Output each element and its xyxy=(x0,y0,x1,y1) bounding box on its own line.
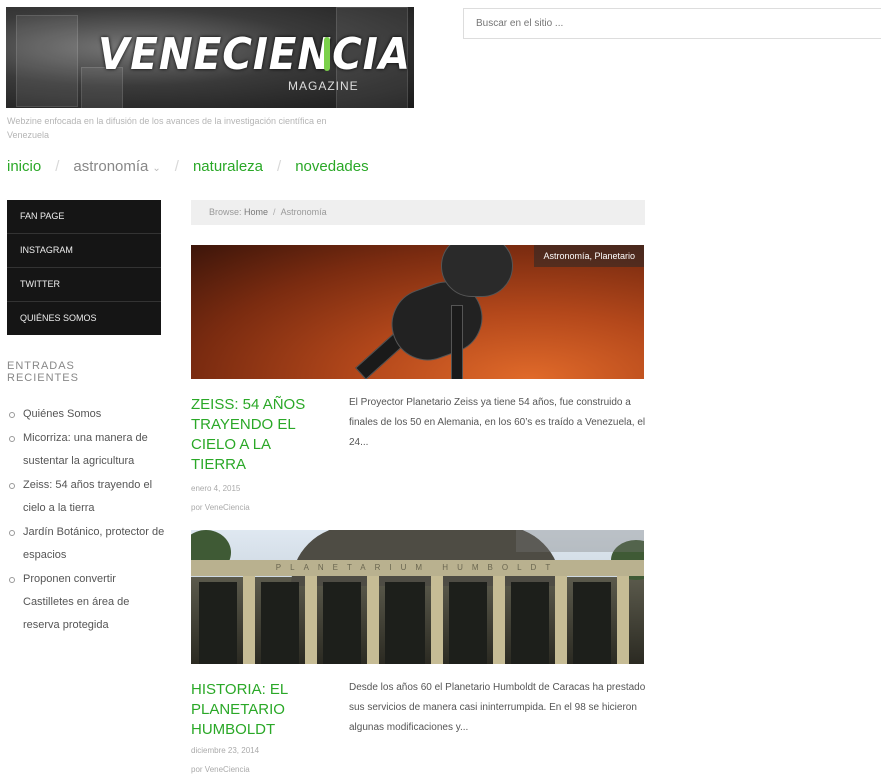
nav-item-novedades[interactable]: novedades xyxy=(295,158,368,175)
window xyxy=(323,582,361,664)
list-item: Proponen convertir Castilletes en área d… xyxy=(7,568,167,637)
post-excerpt: Desde los años 60 el Planetario Humboldt… xyxy=(349,682,646,733)
post-title-link[interactable]: HISTORIA: EL PLANETARIO HUMBOLDT xyxy=(191,680,323,740)
recent-posts-heading: ENTRADAS RECIENTES xyxy=(7,360,79,384)
category-badge[interactable]: Astronomía, Planetario xyxy=(534,245,644,267)
site-tagline: Webzine enfocada en la difusión de los a… xyxy=(7,116,327,140)
recent-posts-list: Quiénes Somos Micorriza: una manera de s… xyxy=(7,403,167,638)
list-item: Micorriza: una manera de sustentar la ag… xyxy=(7,427,167,473)
category-badge[interactable] xyxy=(516,530,644,552)
nav-item-naturaleza[interactable]: naturaleza xyxy=(193,158,263,175)
post-thumbnail-zeiss[interactable]: Astronomía, Planetario xyxy=(191,245,644,379)
window xyxy=(511,582,549,664)
window xyxy=(449,582,487,664)
column xyxy=(493,576,505,664)
recent-post-link[interactable]: Proponen convertir Castilletes en área d… xyxy=(23,573,129,631)
window xyxy=(573,582,611,664)
breadcrumb: Browse: Home / Astronomía xyxy=(191,200,645,225)
post-title-link[interactable]: ZEISS: 54 AÑOS TRAYENDO EL CIELO A LA TI… xyxy=(191,395,323,475)
breadcrumb-prefix: Browse: xyxy=(209,207,242,217)
recent-post-link[interactable]: Quiénes Somos xyxy=(23,408,101,420)
window xyxy=(261,582,299,664)
projector-sphere xyxy=(441,245,513,297)
logo-title: VENECIENCIA xyxy=(98,29,412,80)
nav-item-astronomia[interactable]: astronomía ⌄ xyxy=(73,158,160,175)
social-link-fan-page[interactable]: FAN PAGE xyxy=(7,200,161,234)
post-excerpt: El Proyector Planetario Zeiss ya tiene 5… xyxy=(349,397,646,448)
window xyxy=(385,582,425,664)
nav-item-inicio[interactable]: inicio xyxy=(7,158,41,175)
logo-subtitle: MAGAZINE xyxy=(288,79,359,93)
breadcrumb-current: Astronomía xyxy=(280,207,327,217)
list-item: Jardín Botánico, protector de espacios xyxy=(7,521,167,567)
recent-post-link[interactable]: Micorriza: una manera de sustentar la ag… xyxy=(23,432,148,467)
chevron-down-icon: ⌄ xyxy=(152,163,161,174)
column xyxy=(555,576,567,664)
social-menu: FAN PAGE INSTAGRAM TWITTER QUIÉNES SOMOS xyxy=(7,200,161,335)
search-input[interactable] xyxy=(463,8,881,39)
nav-item-label: astronomía xyxy=(73,158,149,175)
column xyxy=(617,576,629,664)
projector-leg xyxy=(451,305,463,379)
window xyxy=(199,582,237,664)
logo-green-mark xyxy=(324,37,330,71)
social-link-twitter[interactable]: TWITTER xyxy=(7,268,161,302)
recent-post-link[interactable]: Zeiss: 54 años trayendo el cielo a la ti… xyxy=(23,479,152,514)
recent-post-link[interactable]: Jardín Botánico, protector de espacios xyxy=(23,526,164,561)
author-link[interactable]: VeneCiencia xyxy=(205,503,250,512)
breadcrumb-separator: / xyxy=(273,207,276,217)
list-item: Quiénes Somos xyxy=(7,403,167,426)
social-link-instagram[interactable]: INSTAGRAM xyxy=(7,234,161,268)
column xyxy=(431,576,443,664)
site-logo[interactable]: VENECIENCIA MAGAZINE xyxy=(6,7,414,108)
nav-separator: / xyxy=(174,158,179,175)
post-date: enero 4, 2015 xyxy=(191,484,241,493)
post-date: diciembre 23, 2014 xyxy=(191,746,260,755)
social-link-quienes-somos[interactable]: QUIÉNES SOMOS xyxy=(7,302,161,335)
main-nav: inicio / astronomía ⌄ / naturaleza / novedades xyxy=(7,158,369,175)
post-author: por VeneCiencia xyxy=(191,503,250,512)
logo-background-building xyxy=(16,15,78,107)
post-thumbnail-planetario[interactable]: PLANETARIUM HUMBOLDT xyxy=(191,530,644,664)
column xyxy=(305,576,317,664)
column xyxy=(367,576,379,664)
nav-separator: / xyxy=(55,158,60,175)
column xyxy=(243,576,255,664)
nav-separator: / xyxy=(277,158,282,175)
author-prefix: por xyxy=(191,503,203,512)
author-prefix: por xyxy=(191,765,203,774)
list-item: Zeiss: 54 años trayendo el cielo a la ti… xyxy=(7,474,167,520)
breadcrumb-home-link[interactable]: Home xyxy=(244,207,268,217)
planetarium-frieze: PLANETARIUM HUMBOLDT xyxy=(191,560,644,576)
post-author: por VeneCiencia xyxy=(191,765,250,774)
author-link[interactable]: VeneCiencia xyxy=(205,765,250,774)
